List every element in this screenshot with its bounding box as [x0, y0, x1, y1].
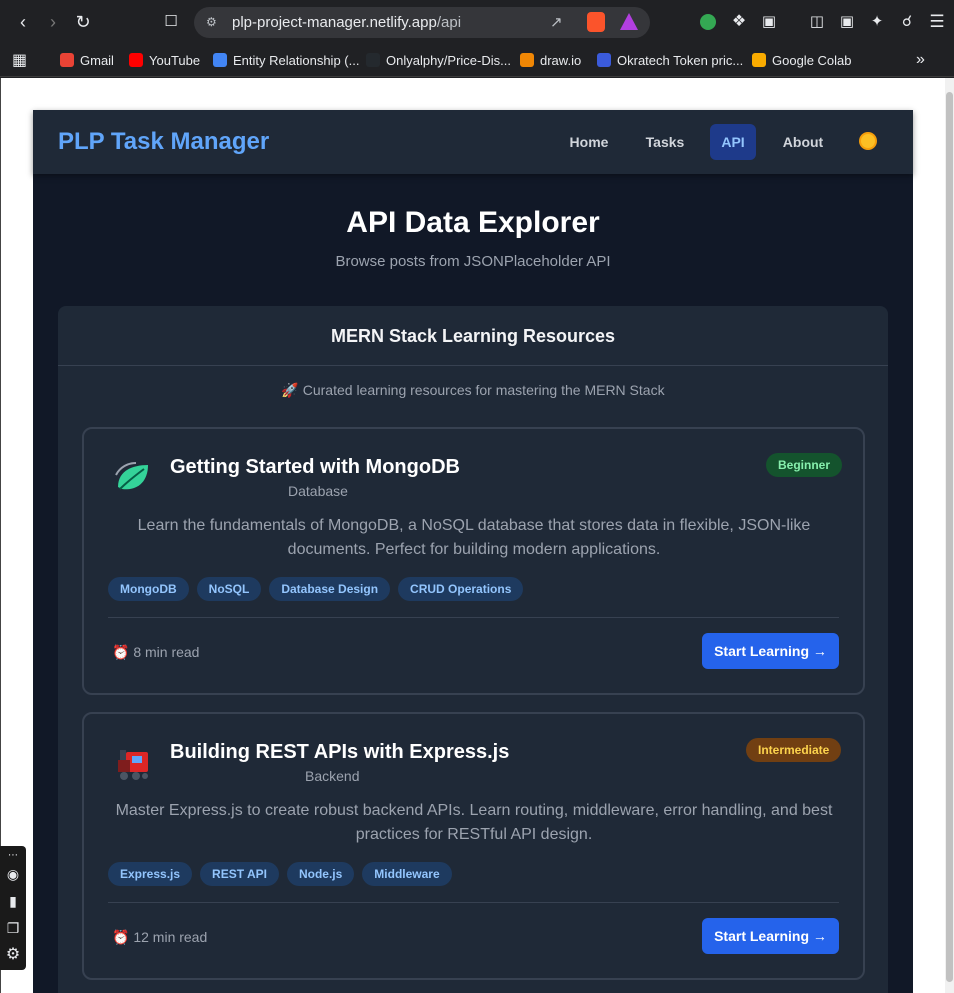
scrollbar[interactable]	[945, 78, 954, 993]
forward-icon[interactable]: ›	[42, 11, 64, 33]
tag: MongoDB	[108, 577, 189, 601]
sun-icon[interactable]	[861, 134, 875, 148]
scrollbar-thumb[interactable]	[946, 92, 953, 982]
tag: Database Design	[269, 577, 391, 601]
back-icon[interactable]: ‹	[12, 11, 34, 33]
page-subtitle: Browse posts from JSONPlaceholder API	[335, 253, 611, 270]
video-icon[interactable]: ▮	[5, 893, 21, 909]
divider	[108, 617, 839, 618]
capture-toolbar: ⋯ ◉ ▮ ❐ ⚙	[0, 846, 26, 970]
globe-icon	[213, 53, 227, 67]
camera-icon[interactable]: ◉	[5, 866, 21, 882]
bookmarks-bar: ▦ Gmail YouTube Entity Relationship (...…	[0, 44, 954, 77]
card-description: Master Express.js to create robust backe…	[115, 802, 833, 843]
bookmark-youtube[interactable]: YouTube	[129, 50, 200, 70]
alarm-clock-icon: ⏰	[112, 929, 130, 945]
bookmark-drawio[interactable]: draw.io	[520, 50, 581, 70]
menu-icon[interactable]: ☰	[926, 11, 948, 33]
gmail-icon	[60, 53, 74, 67]
card-category: Backend	[305, 768, 360, 784]
panel-heading: MERN Stack Learning Resources	[58, 306, 888, 366]
nav-tasks[interactable]: Tasks	[634, 124, 696, 160]
leo-icon[interactable]: ✦	[866, 11, 888, 33]
tag: Node.js	[286, 862, 355, 886]
alarm-clock-icon: ⏰	[112, 644, 130, 660]
card-title: Building REST APIs with Express.js	[170, 741, 510, 763]
browser-toolbar: ‹ › ↻ ☐ ⚙ plp-project-manager.netlify.ap…	[0, 0, 954, 44]
bookmark-gmail[interactable]: Gmail	[60, 50, 114, 70]
card-title: Getting Started with MongoDB	[170, 456, 460, 478]
vpn-icon[interactable]: ☌	[896, 11, 918, 33]
settings-icon[interactable]: ⚙	[5, 947, 21, 963]
level-badge: Beginner	[766, 453, 843, 477]
app-container: PLP Task Manager Home Tasks API About AP…	[33, 110, 913, 993]
tag: Middleware	[362, 862, 452, 886]
extension-icon[interactable]	[700, 14, 716, 30]
youtube-icon	[129, 53, 143, 67]
wallet-icon[interactable]: ▣	[836, 11, 858, 33]
page-viewport: PLP Task Manager Home Tasks API About AP…	[0, 78, 945, 993]
divider	[108, 902, 839, 903]
panel-note: 🚀 Curated learning resources for masteri…	[281, 382, 665, 398]
card-category: Database	[288, 483, 348, 499]
resource-card: Getting Started with MongoDB Database Be…	[82, 427, 865, 695]
more-bookmarks-icon[interactable]: »	[916, 50, 925, 70]
brand-logo[interactable]: PLP Task Manager	[58, 128, 269, 156]
resources-panel: MERN Stack Learning Resources 🚀 Curated …	[58, 306, 888, 993]
colab-icon	[752, 53, 766, 67]
app-navbar: PLP Task Manager Home Tasks API About	[33, 110, 913, 174]
tag: NoSQL	[196, 577, 262, 601]
screenshot-icon[interactable]: ▣	[758, 11, 780, 33]
drawio-icon	[520, 53, 534, 67]
tag: REST API	[200, 862, 279, 886]
bookmark-colab[interactable]: Google Colab	[752, 50, 852, 70]
page-title: API Data Explorer	[346, 206, 600, 239]
tag-list: Express.js REST API Node.js Middleware	[108, 862, 452, 886]
start-learning-button[interactable]: Start Learning →	[702, 633, 839, 669]
reload-icon[interactable]: ↻	[72, 11, 94, 33]
leaf-icon	[112, 457, 152, 501]
sidebar-icon[interactable]: ◫	[806, 11, 828, 33]
bookmark-entity-relationship[interactable]: Entity Relationship (...	[213, 50, 359, 70]
card-description: Learn the fundamentals of MongoDB, a NoS…	[137, 517, 811, 558]
bookmark-github[interactable]: Onlyalphy/Price-Dis...	[366, 50, 511, 70]
tag: Express.js	[108, 862, 193, 886]
windows-icon[interactable]: ❐	[5, 920, 21, 936]
tag: CRUD Operations	[398, 577, 524, 601]
apps-icon[interactable]: ▦	[12, 50, 27, 70]
share-icon[interactable]: ↗	[550, 13, 563, 31]
resource-card: Building REST APIs with Express.js Backe…	[82, 712, 865, 980]
address-bar[interactable]: ⚙ plp-project-manager.netlify.app/api ↗	[194, 7, 650, 38]
start-learning-button[interactable]: Start Learning →	[702, 918, 839, 954]
okratech-icon	[597, 53, 611, 67]
train-icon	[112, 742, 152, 786]
read-time: ⏰ 8 min read	[112, 644, 200, 660]
more-icon[interactable]: ⋯	[5, 848, 21, 864]
level-badge: Intermediate	[746, 738, 842, 762]
nav-api[interactable]: API	[710, 124, 756, 160]
bookmark-okratech[interactable]: Okratech Token pric...	[597, 50, 743, 70]
brave-rewards-icon[interactable]	[620, 13, 638, 30]
url-text[interactable]: plp-project-manager.netlify.app/api	[232, 14, 461, 31]
puzzle-icon[interactable]: ❖	[728, 11, 750, 33]
nav-home[interactable]: Home	[557, 124, 621, 160]
tag-list: MongoDB NoSQL Database Design CRUD Opera…	[108, 577, 524, 601]
github-icon	[366, 53, 380, 67]
site-info-icon[interactable]: ⚙	[206, 15, 217, 29]
bookmark-icon[interactable]: ☐	[160, 11, 182, 33]
nav-about[interactable]: About	[770, 124, 836, 160]
read-time: ⏰ 12 min read	[112, 929, 208, 945]
brave-shield-icon[interactable]	[587, 12, 605, 32]
